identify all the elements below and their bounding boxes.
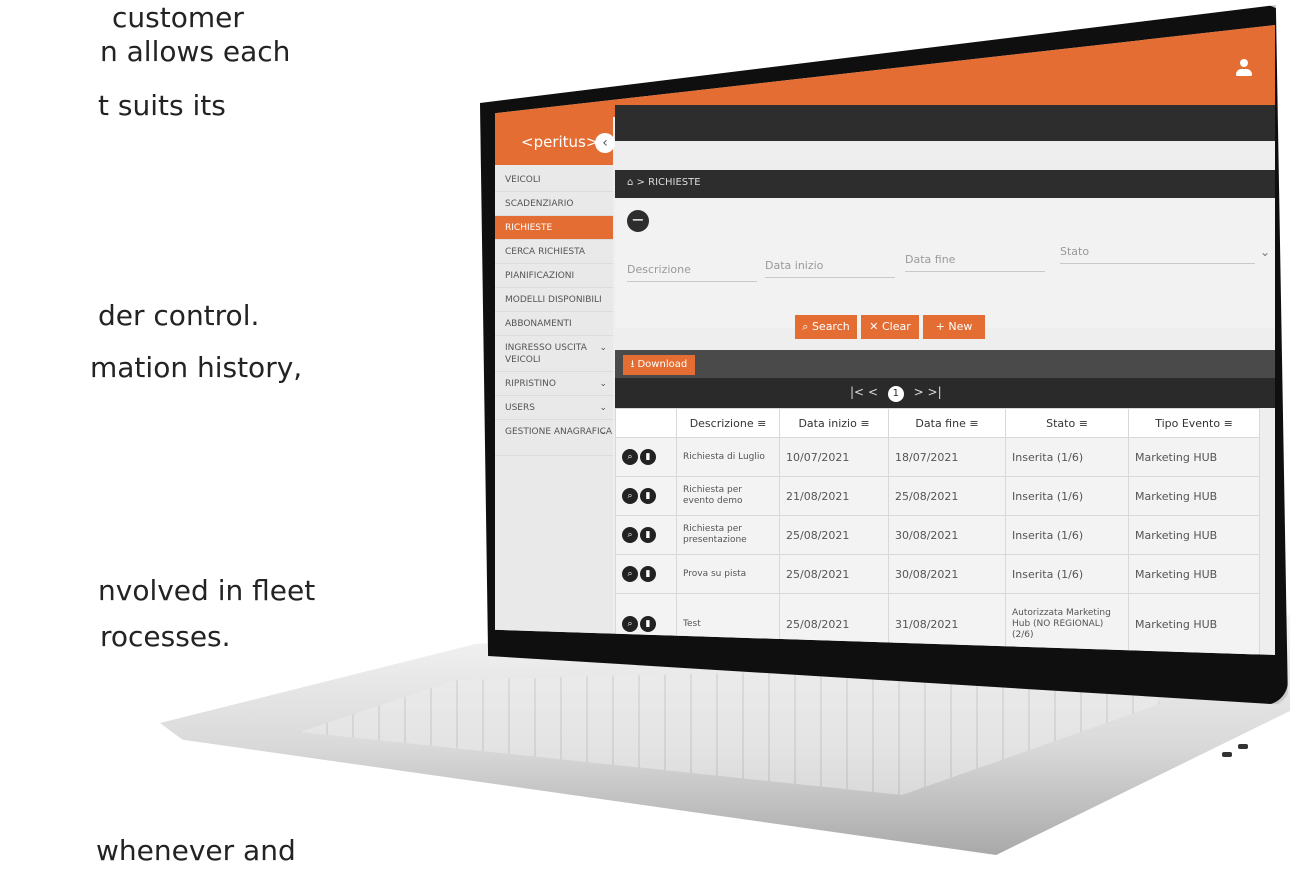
sort-icon[interactable]: ≡ xyxy=(860,417,869,430)
marketing-text-line: t suits its xyxy=(98,89,226,122)
chevron-down-icon: ⌄ xyxy=(599,403,607,413)
column-header-data-inizio[interactable]: Data inizio ≡ xyxy=(779,408,889,438)
delete-icon[interactable]: ▮ xyxy=(640,566,656,582)
column-header-tipo-evento[interactable]: Tipo Evento ≡ xyxy=(1128,408,1260,438)
sort-icon[interactable]: ≡ xyxy=(1224,417,1233,430)
view-icon[interactable]: ⌕ xyxy=(622,488,638,504)
prev-page-button[interactable]: < xyxy=(868,385,878,399)
sort-icon[interactable]: ≡ xyxy=(969,417,978,430)
home-icon[interactable]: ⌂ xyxy=(627,177,633,188)
marketing-text-line: customer xyxy=(112,1,244,34)
search-button[interactable]: ⌕ Search xyxy=(795,315,857,339)
header-strip xyxy=(615,105,1275,141)
last-page-button[interactable]: >| xyxy=(928,385,942,399)
chevron-down-icon: ⌄ xyxy=(599,427,607,437)
marketing-text-line: nvolved in fleet xyxy=(98,574,316,607)
marketing-text-line: n allows each xyxy=(100,35,291,68)
sort-icon[interactable]: ≡ xyxy=(1079,417,1088,430)
column-header-data-fine[interactable]: Data fine ≡ xyxy=(888,408,1006,438)
delete-icon[interactable]: ▮ xyxy=(640,449,656,465)
sidebar-item-pianificazioni[interactable]: PIANIFICAZIONI xyxy=(495,264,613,288)
app-screen: <peritus> ‹ VEICOLI SCADENZIARIO RICHIES… xyxy=(495,25,1275,655)
close-icon: ✕ xyxy=(869,320,882,333)
breadcrumb-bar xyxy=(615,170,1275,198)
collapse-sidebar-button[interactable]: ‹ xyxy=(595,133,615,153)
column-header-descrizione[interactable]: Descrizione ≡ xyxy=(676,408,780,438)
sidebar-item-gestione-anagrafica[interactable]: GESTIONE ANAGRAFICA ⌄ xyxy=(495,420,613,456)
delete-icon[interactable]: ▮ xyxy=(640,527,656,543)
table-header-row: Descrizione ≡ Data inizio ≡ Data fine ≡ … xyxy=(615,408,1260,438)
sidebar-item-cerca-richiesta[interactable]: CERCA RICHIESTA xyxy=(495,240,613,264)
marketing-text-line: mation history, xyxy=(90,351,303,384)
chevron-left-icon: ‹ xyxy=(602,135,608,151)
sidebar-item-ripristino[interactable]: RIPRISTINO ⌄ xyxy=(495,372,613,396)
chevron-down-icon[interactable]: ⌄ xyxy=(1260,245,1270,259)
view-icon[interactable]: ⌕ xyxy=(622,616,638,632)
view-icon[interactable]: ⌕ xyxy=(622,566,638,582)
sidebar-item-ingresso-uscita-veicoli[interactable]: INGRESSO USCITA VEICOLI ⌄ xyxy=(495,336,613,372)
marketing-text-line: der control. xyxy=(98,299,260,332)
view-icon[interactable]: ⌕ xyxy=(622,449,638,465)
status-select[interactable]: Stato xyxy=(1060,245,1089,258)
clear-button[interactable]: ✕ Clear xyxy=(861,315,919,339)
sidebar-item-users[interactable]: USERS ⌄ xyxy=(495,396,613,420)
delete-icon[interactable]: ▮ xyxy=(640,488,656,504)
breadcrumb: ⌂ > RICHIESTE xyxy=(627,177,701,188)
sidebar-item-veicoli[interactable]: VEICOLI xyxy=(495,168,613,192)
table-row: ⌕ ▮ Prova su pista 25/08/2021 30/08/2021 … xyxy=(615,554,1260,594)
pagination: |< < 1 > >| xyxy=(850,385,942,402)
table-row: ⌕ ▮ Richiesta di Luglio 10/07/2021 18/07/… xyxy=(615,437,1260,477)
top-bar xyxy=(495,25,1275,117)
search-icon: ⌕ xyxy=(802,320,812,333)
marketing-text-line: rocesses. xyxy=(100,620,231,653)
description-field[interactable]: Descrizione xyxy=(627,263,691,276)
column-header-stato[interactable]: Stato ≡ xyxy=(1005,408,1129,438)
column-header-actions xyxy=(615,408,677,438)
pagination-bar xyxy=(615,378,1275,408)
breadcrumb-current: RICHIESTE xyxy=(648,177,701,188)
user-icon[interactable] xyxy=(1235,59,1253,77)
sidebar-item-scadenziario[interactable]: SCADENZIARIO xyxy=(495,192,613,216)
start-date-field[interactable]: Data inizio xyxy=(765,259,823,272)
first-page-button[interactable]: |< xyxy=(850,385,864,399)
usb-port xyxy=(1222,752,1232,757)
view-icon[interactable]: ⌕ xyxy=(622,527,638,543)
marketing-text-line: whenever and xyxy=(96,834,296,867)
sidebar-item-abbonamenti[interactable]: ABBONAMENTI xyxy=(495,312,613,336)
app-logo: <peritus> xyxy=(521,133,599,151)
delete-icon[interactable]: ▮ xyxy=(640,616,656,632)
chevron-down-icon: ⌄ xyxy=(599,343,607,353)
usb-port xyxy=(1238,744,1248,749)
collapse-filters-button[interactable]: − xyxy=(627,210,649,232)
download-button[interactable]: ⭳ Download xyxy=(623,355,695,375)
new-button[interactable]: + New xyxy=(923,315,985,339)
plus-icon: + xyxy=(935,320,949,333)
chevron-down-icon: ⌄ xyxy=(599,379,607,389)
next-page-button[interactable]: > xyxy=(914,385,924,399)
sort-icon[interactable]: ≡ xyxy=(757,417,766,430)
sidebar-item-richieste[interactable]: RICHIESTE xyxy=(495,216,613,240)
table-toolbar xyxy=(615,350,1275,378)
table-row: ⌕ ▮ Richiesta per presentazione 25/08/202… xyxy=(615,515,1260,555)
sidebar-item-modelli-disponibili[interactable]: MODELLI DISPONIBILI xyxy=(495,288,613,312)
current-page[interactable]: 1 xyxy=(887,386,904,402)
requests-table: Descrizione ≡ Data inizio ≡ Data fine ≡ … xyxy=(615,408,1260,655)
table-row: ⌕ ▮ Richiesta per evento demo 21/08/2021 … xyxy=(615,476,1260,516)
end-date-field[interactable]: Data fine xyxy=(905,253,955,266)
